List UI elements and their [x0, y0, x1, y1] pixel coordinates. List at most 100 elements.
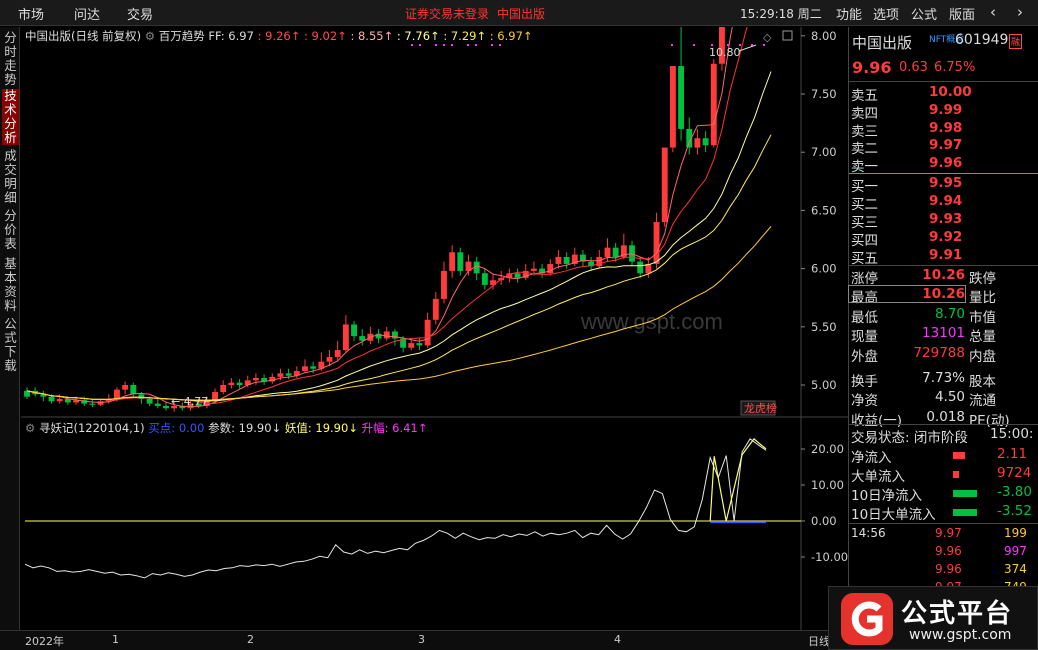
- kline-chart-svg[interactable]: www.gspt.com10.5010.009.509.008.508.007.…: [21, 27, 848, 630]
- candle-body: [326, 357, 333, 362]
- candle-body: [228, 382, 235, 385]
- candle-body: [122, 385, 129, 390]
- candle-body: [604, 247, 611, 257]
- chart-title: 中国出版(日线 前复权): [25, 29, 142, 43]
- candle-body: [56, 398, 63, 402]
- logo-text: 公式平台: [901, 599, 1014, 629]
- login-status[interactable]: 证券交易未登录: [405, 5, 489, 22]
- menu-layout[interactable]: 版面: [949, 4, 975, 23]
- menu-function[interactable]: 功能: [836, 4, 862, 23]
- price-axis-label: 6.00: [811, 262, 837, 276]
- candle-body: [530, 268, 537, 271]
- divider: [849, 81, 1038, 82]
- tab-fundamentals[interactable]: 基本资料: [2, 257, 19, 313]
- stat-right-label: 股本: [969, 374, 996, 390]
- tab-intraday[interactable]: 分时走势: [2, 31, 19, 87]
- candle-body: [130, 385, 137, 395]
- x-tick: 1: [112, 633, 119, 646]
- menu-wenda[interactable]: 问达: [74, 4, 100, 23]
- tick-price: 9.96: [935, 544, 962, 558]
- stat-value: 8.70: [934, 305, 965, 322]
- ma-value-5: : 7.29↑: [443, 29, 487, 43]
- bid-price: 9.94: [929, 193, 963, 209]
- price-change-pct: 6.75%: [934, 60, 976, 75]
- stat-value: 7.73%: [922, 370, 965, 386]
- candle-body: [302, 366, 308, 372]
- tick-price: 9.96: [935, 562, 962, 576]
- signal-dot: [435, 44, 437, 46]
- tab-technical[interactable]: 技术分析: [2, 89, 19, 145]
- quote-stock-name: 中国出版: [852, 34, 913, 52]
- candle-body: [563, 256, 570, 264]
- ask-price: 9.99: [929, 101, 963, 118]
- candle-body: [432, 298, 439, 320]
- price-axis-label: 5.50: [811, 320, 837, 334]
- candle-body: [637, 261, 644, 274]
- tick-volume: 199: [1004, 526, 1027, 540]
- stat-value: 4.50: [934, 389, 965, 406]
- quote-panel: 中国出版 NFT概念 601949 融 9.96 0.63 6.75% 卖五 10.00 卖四 9.…: [848, 27, 1038, 630]
- tab-price-table[interactable]: 分价表: [2, 209, 19, 251]
- stat-value: 729788: [913, 344, 965, 361]
- candle-body: [351, 324, 357, 337]
- menu-trade[interactable]: 交易: [127, 4, 153, 23]
- yao-value: 妖值: 19.90↓: [284, 421, 358, 435]
- ask-price: 9.96: [929, 155, 963, 172]
- ma-value-2: : 9.02↑: [304, 29, 347, 43]
- moving-average-line: [26, 27, 733, 407]
- signal-dot: [499, 44, 501, 46]
- stock-code: 601949: [955, 32, 1009, 48]
- signal-dot: [671, 44, 673, 46]
- flow-label: 10日大单流入: [851, 507, 936, 523]
- tick-volume: 374: [1004, 562, 1027, 576]
- chart-area[interactable]: www.gspt.com10.5010.009.509.008.508.007.…: [21, 27, 848, 630]
- menu-market[interactable]: 市场: [18, 4, 44, 23]
- margin-badge: 融: [1009, 34, 1023, 49]
- forward-button[interactable]: ›: [1017, 3, 1023, 21]
- candle-body: [146, 398, 153, 404]
- sub-indicator-info: ⚙ 寻妖记(1220104,1) 买点: 0.00 参数: 19.90↓ 妖值:…: [25, 420, 427, 436]
- tab-formula-download[interactable]: 公式下载: [2, 317, 19, 373]
- main-indicator-info: 中国出版(日线 前复权) ⚙ 百万趋势 FF: 6.97 : 9.26↑ : 9…: [25, 28, 533, 44]
- ask-price: 9.98: [929, 119, 963, 136]
- flow-bar: [953, 490, 977, 497]
- settings-icon[interactable]: ⚙: [25, 421, 35, 435]
- divider: [849, 265, 1038, 266]
- period-label[interactable]: 日线: [808, 633, 830, 649]
- bid-price: 9.95: [929, 175, 963, 191]
- signal-dot: [467, 44, 469, 46]
- tab-deals[interactable]: 成交明细: [2, 149, 19, 205]
- signal-dot: [419, 44, 421, 46]
- divider: [849, 424, 1038, 425]
- signal-dot: [763, 44, 765, 46]
- ind-axis-label: -10.00: [811, 550, 848, 564]
- ma-value-4: : 7.76↑: [396, 29, 440, 43]
- bid-level-label: 买三: [851, 215, 878, 231]
- stat-right-label: 总量: [969, 329, 996, 346]
- sub-indicator-title: 寻妖记(1220104,1): [38, 421, 145, 435]
- settings-icon[interactable]: ⚙: [145, 29, 155, 43]
- indicator-name: 百万趋势: [158, 29, 205, 43]
- candle-body: [694, 138, 701, 148]
- candle-body: [596, 256, 603, 267]
- signal-dot: [411, 44, 413, 46]
- ma-value-1: : 9.26↑: [257, 29, 301, 43]
- candle-body: [653, 222, 660, 264]
- flow-value: 9724: [997, 465, 1032, 481]
- x-tick: 3: [418, 633, 425, 646]
- buy-point-value: 买点: 0.00: [148, 421, 205, 435]
- menu-formula[interactable]: 公式: [911, 4, 937, 23]
- candle-body: [277, 373, 284, 377]
- candle-body: [252, 378, 259, 381]
- left-tabs: 分时走势 技术分析 成交明细 分价表 基本资料 公式下载: [0, 27, 20, 630]
- top-stock-name: 中国出版: [497, 7, 546, 21]
- ask-price: 10.00: [929, 84, 972, 100]
- high-annotation: 10.80: [709, 46, 741, 59]
- candle-body: [612, 247, 619, 257]
- menu-options[interactable]: 选项: [873, 4, 899, 23]
- flow-bar: [953, 471, 959, 478]
- back-button[interactable]: ‹: [990, 3, 996, 21]
- candle-body: [457, 252, 464, 271]
- candle-body: [342, 324, 349, 351]
- watermark-logo: 公式平台 www.gspt.com: [828, 586, 1038, 650]
